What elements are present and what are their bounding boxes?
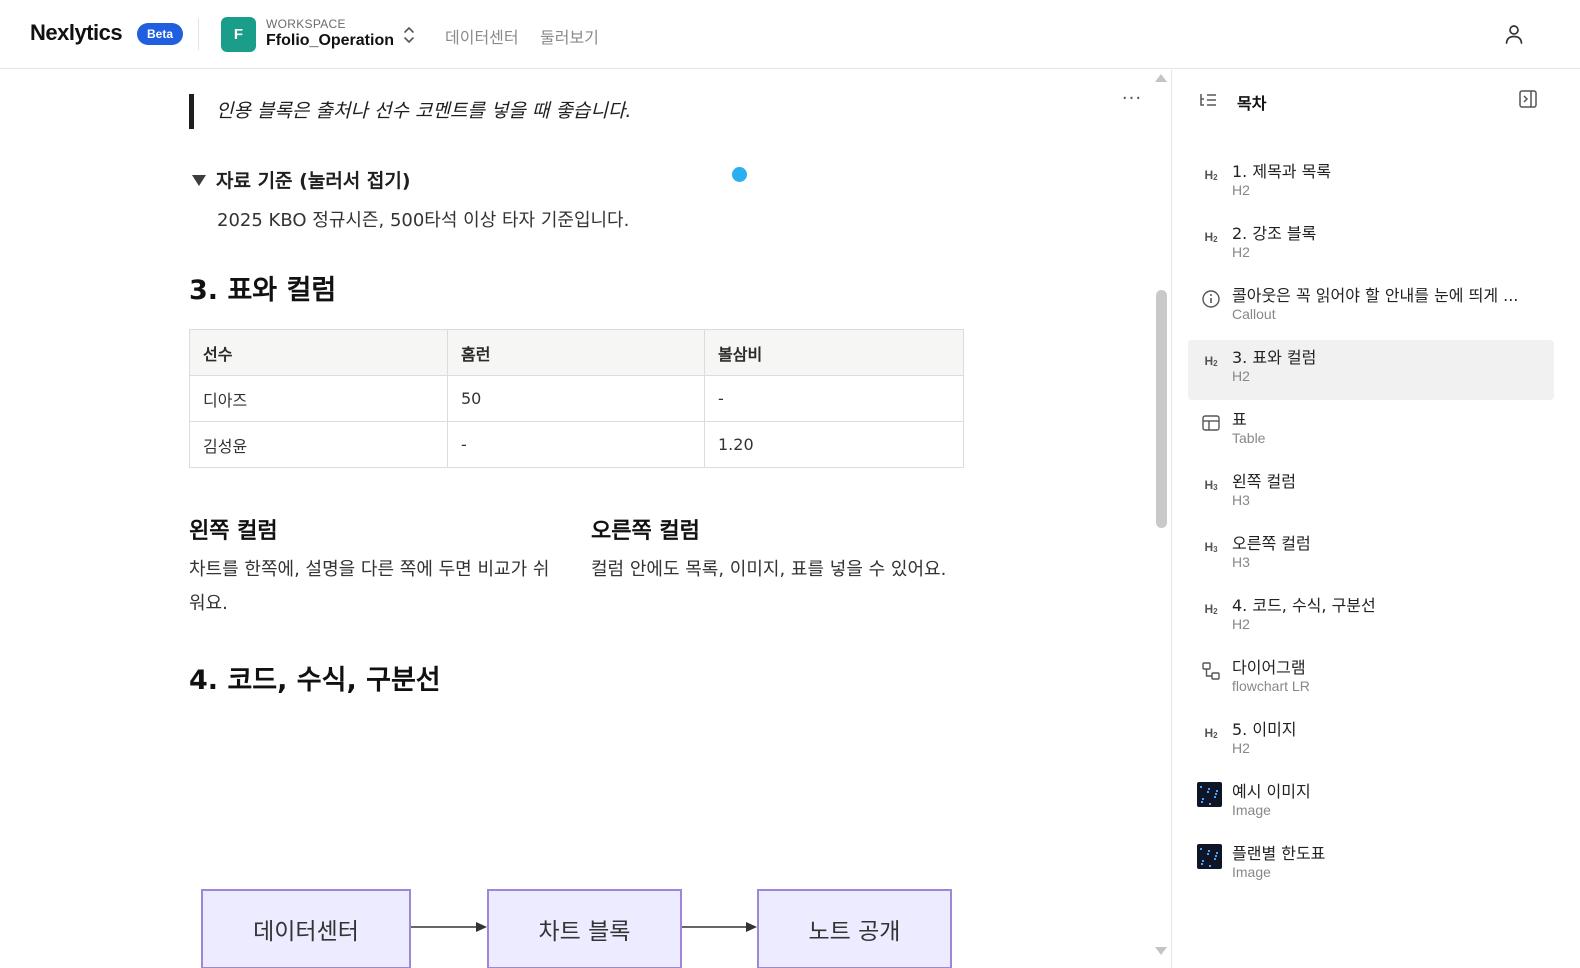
section-4-heading: 4. 코드, 수식, 구분선 bbox=[189, 665, 441, 696]
image-thumbnail bbox=[1197, 782, 1222, 807]
workspace-avatar[interactable]: F bbox=[221, 17, 256, 52]
app-logo[interactable]: Nexlytics bbox=[30, 20, 123, 46]
h2-icon: H2 bbox=[1204, 354, 1218, 368]
table-cell[interactable]: 김성윤 bbox=[189, 421, 448, 468]
toggle-title: 자료 기준 (눌러서 접기) bbox=[216, 170, 411, 192]
info-icon bbox=[1202, 290, 1220, 308]
table-header-row: 선수 홈런 볼삼비 bbox=[189, 329, 964, 376]
top-header: Nexlytics Beta F WORKSPACE Ffolio_Operat… bbox=[0, 0, 1580, 69]
toc-item[interactable]: 플랜별 한도표 Image bbox=[1188, 836, 1554, 896]
toc-item-type: Callout bbox=[1232, 306, 1276, 322]
h2-icon: H2 bbox=[1204, 726, 1218, 740]
flowchart-diagram: 데이터센터 차트 블록 노트 공개 bbox=[190, 878, 970, 968]
table-header-cell: 선수 bbox=[189, 329, 448, 376]
cursor-dot bbox=[732, 167, 747, 182]
toc-item-type: flowchart LR bbox=[1232, 678, 1310, 694]
diagram-arrows bbox=[411, 922, 757, 932]
toc-item[interactable]: 콜아웃은 꼭 읽어야 할 안내를 눈에 띄게 ... Callout bbox=[1188, 278, 1554, 338]
toc-item-type: Image bbox=[1232, 802, 1271, 818]
left-column-heading: 왼쪽 컬럼 bbox=[189, 519, 278, 544]
table-cell[interactable]: - bbox=[447, 421, 705, 468]
table-header-cell: 홈런 bbox=[447, 329, 705, 376]
table-cell[interactable]: 50 bbox=[447, 375, 705, 422]
document-area: ··· 인용 블록은 출처나 선수 코멘트를 넣을 때 좋습니다. 자료 기준 … bbox=[0, 70, 1171, 968]
toc-item-type: H2 bbox=[1232, 182, 1250, 198]
scroll-up-arrow[interactable] bbox=[1155, 74, 1167, 82]
nav-datacenter[interactable]: 데이터센터 bbox=[445, 24, 519, 48]
toc-item[interactable]: H 2 1. 제목과 목록 H2 bbox=[1188, 154, 1554, 214]
table-row: 디아즈 50 - bbox=[189, 375, 964, 422]
toc-item-label: 다이어그램 bbox=[1232, 658, 1306, 677]
toc-item-label: 표 bbox=[1232, 410, 1247, 429]
toc-item[interactable]: H 2 4. 코드, 수식, 구분선 H2 bbox=[1188, 588, 1554, 648]
beta-badge: Beta bbox=[137, 23, 184, 45]
toc-item-type: H2 bbox=[1232, 740, 1250, 756]
toc-item-label: 3. 표와 컬럼 bbox=[1232, 348, 1317, 367]
toc-item-type: H3 bbox=[1232, 492, 1250, 508]
workspace-name[interactable]: Ffolio_Operation bbox=[266, 32, 394, 50]
h2-icon: H2 bbox=[1204, 602, 1218, 616]
user-icon[interactable] bbox=[1502, 22, 1526, 46]
toc-item-label: 플랜별 한도표 bbox=[1232, 844, 1326, 863]
toc-item[interactable]: 표 Table bbox=[1188, 402, 1554, 462]
toc-item-type: H2 bbox=[1232, 244, 1250, 260]
toc-list-icon bbox=[1200, 94, 1216, 106]
arrow-head-icon bbox=[476, 922, 487, 932]
toggle-triangle-icon[interactable] bbox=[192, 175, 206, 186]
toc-item-label: 1. 제목과 목록 bbox=[1232, 162, 1332, 181]
toc-item[interactable]: H 3 오른쪽 컬럼 H3 bbox=[1188, 526, 1554, 586]
table-icon bbox=[1202, 415, 1220, 431]
right-column-text: 컬럼 안에도 목록, 이미지, 표를 넣을 수 있어요. bbox=[591, 559, 947, 580]
toc-item[interactable]: H 2 3. 표와 컬럼 H2 bbox=[1188, 340, 1554, 400]
h3-icon: H3 bbox=[1204, 478, 1218, 492]
scroll-down-arrow[interactable] bbox=[1155, 947, 1167, 955]
h3-icon: H3 bbox=[1204, 540, 1218, 554]
table-cell[interactable]: 1.20 bbox=[704, 421, 964, 468]
toggle-body: 2025 KBO 정규시즌, 500타석 이상 타자 기준입니다. bbox=[217, 210, 630, 231]
right-column-heading: 오른쪽 컬럼 bbox=[591, 519, 700, 544]
toc-item-label: 왼쪽 컬럼 bbox=[1232, 472, 1296, 491]
toc-item-label: 콜아웃은 꼭 읽어야 할 안내를 눈에 띄게 ... bbox=[1232, 286, 1519, 305]
diagram-icon bbox=[1202, 662, 1220, 680]
table-row: 김성윤 - 1.20 bbox=[189, 421, 964, 468]
image-thumbnail bbox=[1197, 844, 1222, 869]
toc-item-type: H3 bbox=[1232, 554, 1250, 570]
quote-block: 인용 블록은 출처나 선수 코멘트를 넣을 때 좋습니다. bbox=[189, 94, 631, 129]
toc-item[interactable]: 다이어그램 flowchart LR bbox=[1188, 650, 1554, 710]
nav-explore[interactable]: 둘러보기 bbox=[540, 24, 599, 48]
table-cell[interactable]: 디아즈 bbox=[189, 375, 448, 422]
workspace-label: WORKSPACE bbox=[266, 17, 346, 31]
toc-item-type: H2 bbox=[1232, 368, 1250, 384]
section-3-heading: 3. 표와 컬럼 bbox=[189, 275, 337, 306]
panel-collapse-icon[interactable] bbox=[1518, 89, 1538, 109]
scrollbar-thumb[interactable] bbox=[1156, 290, 1167, 528]
toc-item[interactable]: H 2 2. 강조 블록 H2 bbox=[1188, 216, 1554, 276]
toc-item-label: 2. 강조 블록 bbox=[1232, 224, 1317, 243]
toc-item-label: 예시 이미지 bbox=[1232, 782, 1311, 801]
arrow-head-icon bbox=[746, 922, 757, 932]
toc-item-type: Image bbox=[1232, 864, 1271, 880]
toc-item[interactable]: 예시 이미지 Image bbox=[1188, 774, 1554, 834]
h2-icon: H2 bbox=[1204, 230, 1218, 244]
toc-sidebar: 목차 H 2 1. 제목과 목록 H2 H 2 2. 강조 블록 H2 콜아웃은 꼭 읽어야 할… bbox=[1171, 70, 1580, 968]
toc-item-label: 5. 이미지 bbox=[1232, 720, 1297, 739]
toc-item-type: Table bbox=[1232, 430, 1266, 446]
header-divider bbox=[198, 18, 199, 50]
toc-item-label: 4. 코드, 수식, 구분선 bbox=[1232, 596, 1376, 615]
left-column-text: 차트를 한쪽에, 설명을 다른 쪽에 두면 비교가 쉬워요. bbox=[189, 559, 550, 614]
table-header-cell: 볼삼비 bbox=[704, 329, 964, 376]
toggle-block-header[interactable]: 자료 기준 (눌러서 접기) bbox=[192, 166, 411, 193]
toc-item[interactable]: H 2 5. 이미지 H2 bbox=[1188, 712, 1554, 772]
toc-title: 목차 bbox=[1237, 94, 1267, 113]
toc-item[interactable]: H 3 왼쪽 컬럼 H3 bbox=[1188, 464, 1554, 524]
toc-item-type: H2 bbox=[1232, 616, 1250, 632]
toc-item-label: 오른쪽 컬럼 bbox=[1232, 534, 1311, 553]
more-options-button[interactable]: ··· bbox=[1120, 86, 1144, 110]
chevron-up-down-icon[interactable] bbox=[402, 25, 416, 45]
table-cell[interactable]: - bbox=[704, 375, 964, 422]
h2-icon: H2 bbox=[1204, 168, 1218, 182]
data-table: 선수 홈런 볼삼비 디아즈 50 - 김성윤 - 1.20 bbox=[189, 329, 964, 468]
